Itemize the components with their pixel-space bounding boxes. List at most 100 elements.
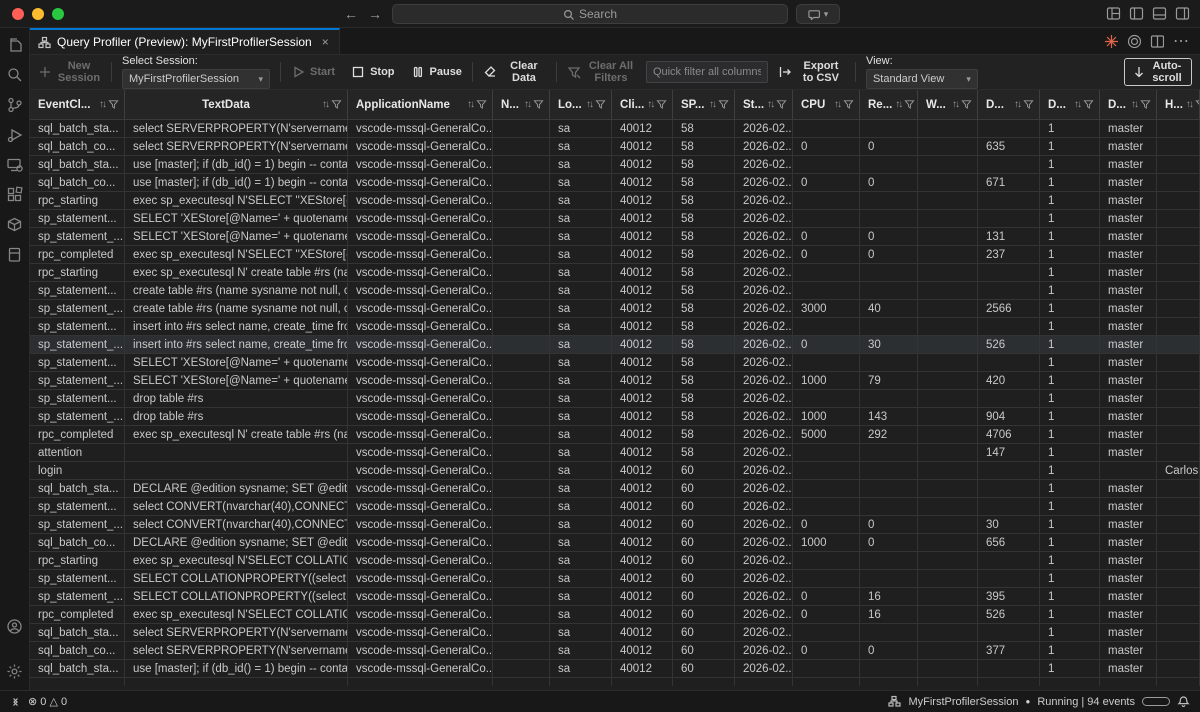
- stop-button[interactable]: Stop: [351, 65, 395, 79]
- column-header-database_name[interactable]: D... ↑↓: [1100, 90, 1157, 119]
- sort-icon[interactable]: ↑↓: [952, 99, 960, 110]
- forward-arrow-icon[interactable]: →: [368, 6, 382, 22]
- column-header-nt_user_name[interactable]: N... ↑↓: [493, 90, 550, 119]
- profiler-status-icon[interactable]: [888, 695, 902, 708]
- column-header-reads[interactable]: Re... ↑↓: [860, 90, 918, 119]
- clear-data-button[interactable]: Clear Data: [483, 60, 546, 84]
- filter-icon[interactable]: [1140, 99, 1151, 110]
- event-row[interactable]: sp_statement_... insert into #rs select n…: [30, 336, 1200, 354]
- event-row[interactable]: sql_batch_sta... DECLARE @edition sysname…: [30, 480, 1200, 498]
- column-header-database_id[interactable]: D... ↑↓: [1040, 90, 1100, 119]
- filter-icon[interactable]: [108, 99, 119, 110]
- maximize-window-button[interactable]: [52, 7, 64, 20]
- copilot-chat-button[interactable]: ▾: [796, 4, 840, 24]
- event-row[interactable]: sp_statement... insert into #rs select na…: [30, 318, 1200, 336]
- database-icon[interactable]: [6, 246, 23, 263]
- copilot-icon[interactable]: [1127, 34, 1141, 48]
- account-icon[interactable]: [6, 618, 23, 635]
- export-csv-button[interactable]: Export to CSV: [778, 60, 845, 84]
- event-row[interactable]: sql_batch_sta... select SERVERPROPERTY(N'…: [30, 120, 1200, 138]
- filter-icon[interactable]: [595, 99, 606, 110]
- quick-filter-input[interactable]: [645, 61, 768, 83]
- command-search-box[interactable]: Search: [392, 4, 788, 24]
- close-window-button[interactable]: [12, 7, 24, 20]
- event-row[interactable]: login vscode-mssql-GeneralCo... sa 40012 60 2…: [30, 462, 1200, 480]
- event-row[interactable]: sql_batch_co... DECLARE @edition sysname;…: [30, 534, 1200, 552]
- filter-icon[interactable]: [843, 99, 854, 110]
- sort-icon[interactable]: ↑↓: [524, 99, 532, 110]
- filter-icon[interactable]: [718, 99, 729, 110]
- clear-all-filters-button[interactable]: Clear All Filters: [567, 60, 636, 84]
- notifications-bell-icon[interactable]: [1177, 695, 1190, 708]
- sort-icon[interactable]: ↑↓: [99, 99, 107, 110]
- event-row[interactable]: sp_statement_... create table #rs (name s…: [30, 300, 1200, 318]
- close-tab-icon[interactable]: ×: [322, 35, 329, 49]
- sort-icon[interactable]: ↑↓: [1186, 99, 1194, 110]
- event-row[interactable]: sp_statement_... SELECT COLLATIONPROPERTY…: [30, 588, 1200, 606]
- event-row[interactable]: rpc_starting exec sp_executesql N' create…: [30, 264, 1200, 282]
- filter-icon[interactable]: [656, 99, 667, 110]
- filter-icon[interactable]: [1023, 99, 1034, 110]
- event-row[interactable]: sp_statement_... select CONVERT(nvarchar(…: [30, 516, 1200, 534]
- event-row[interactable]: sp_statement... SELECT COLLATIONPROPERTY(…: [30, 570, 1200, 588]
- toggle-primary-sidebar-icon[interactable]: [1129, 6, 1144, 21]
- event-row[interactable]: sp_statement... SELECT 'XEStore[@Name=' +…: [30, 210, 1200, 228]
- sort-icon[interactable]: ↑↓: [647, 99, 655, 110]
- column-header-host_name[interactable]: H... ↑↓: [1157, 90, 1200, 119]
- filter-icon[interactable]: [331, 99, 342, 110]
- filter-icon[interactable]: [961, 99, 972, 110]
- filter-icon[interactable]: [476, 99, 487, 110]
- sort-icon[interactable]: ↑↓: [322, 99, 330, 110]
- event-row[interactable]: attention vscode-mssql-GeneralCo... sa 4001…: [30, 444, 1200, 462]
- starburst-icon[interactable]: [1104, 34, 1118, 48]
- problems-indicator[interactable]: ⊗ 0 △ 0: [28, 695, 67, 708]
- event-row[interactable]: sp_statement_... drop table #rs vscode-mss…: [30, 408, 1200, 426]
- sort-icon[interactable]: ↑↓: [834, 99, 842, 110]
- event-row[interactable]: rpc_completed exec sp_executesql N'SELECT…: [30, 246, 1200, 264]
- filter-icon[interactable]: [1195, 99, 1200, 110]
- column-header-duration[interactable]: D... ↑↓: [978, 90, 1040, 119]
- filter-icon[interactable]: [533, 99, 544, 110]
- column-header-application_name[interactable]: ApplicationName ↑↓: [348, 90, 493, 119]
- column-header-event_class[interactable]: EventCl... ↑↓: [30, 90, 125, 119]
- event-row[interactable]: rpc_starting exec sp_executesql N'SELECT …: [30, 192, 1200, 210]
- event-row[interactable]: sql_batch_co... use [master]; if (db_id()…: [30, 174, 1200, 192]
- event-row[interactable]: sp_statement... select CONVERT(nvarchar(4…: [30, 498, 1200, 516]
- event-row[interactable]: rpc_completed exec sp_executesql N'SELECT…: [30, 606, 1200, 624]
- session-select[interactable]: MyFirstProfilerSession ▾: [122, 69, 270, 89]
- sort-icon[interactable]: ↑↓: [1074, 99, 1082, 110]
- auto-scroll-button[interactable]: Auto-scroll: [1124, 58, 1192, 86]
- sort-icon[interactable]: ↑↓: [586, 99, 594, 110]
- back-arrow-icon[interactable]: ←: [344, 6, 358, 22]
- event-row[interactable]: sql_batch_co... select SERVERPROPERTY(N's…: [30, 138, 1200, 156]
- more-actions-icon[interactable]: ⋯: [1173, 31, 1190, 51]
- settings-gear-icon[interactable]: [6, 663, 23, 680]
- sort-icon[interactable]: ↑↓: [467, 99, 475, 110]
- event-row[interactable]: rpc_completed exec sp_executesql N' creat…: [30, 426, 1200, 444]
- sort-icon[interactable]: ↑↓: [1131, 99, 1139, 110]
- run-debug-icon[interactable]: [6, 126, 23, 143]
- view-select[interactable]: Standard View ▾: [865, 69, 978, 89]
- column-header-login_name[interactable]: Lo... ↑↓: [550, 90, 612, 119]
- sort-icon[interactable]: ↑↓: [767, 99, 775, 110]
- event-row[interactable]: sp_statement... SELECT 'XEStore[@Name=' +…: [30, 354, 1200, 372]
- remote-indicator-icon[interactable]: [8, 695, 21, 708]
- filter-icon[interactable]: [904, 99, 915, 110]
- status-session-name[interactable]: MyFirstProfilerSession: [908, 696, 1018, 708]
- toggle-secondary-sidebar-icon[interactable]: [1175, 6, 1190, 21]
- sort-icon[interactable]: ↑↓: [1014, 99, 1022, 110]
- column-header-cpu[interactable]: CPU ↑↓: [793, 90, 860, 119]
- minimize-window-button[interactable]: [32, 7, 44, 20]
- event-row[interactable]: sql_batch_sta... select SERVERPROPERTY(N'…: [30, 624, 1200, 642]
- column-header-spid[interactable]: SP... ↑↓: [673, 90, 735, 119]
- containers-icon[interactable]: [6, 216, 23, 233]
- event-row[interactable]: sp_statement... create table #rs (name sy…: [30, 282, 1200, 300]
- event-row[interactable]: sql_batch_sta... use [master]; if (db_id(…: [30, 660, 1200, 678]
- split-editor-icon[interactable]: [1150, 34, 1164, 48]
- event-row[interactable]: sql_batch_sta... use [master]; if (db_id(…: [30, 156, 1200, 174]
- filter-icon[interactable]: [776, 99, 787, 110]
- extensions-icon[interactable]: [6, 186, 23, 203]
- event-row[interactable]: rpc_starting exec sp_executesql N'SELECT …: [30, 552, 1200, 570]
- search-sidebar-icon[interactable]: [6, 66, 23, 83]
- sort-icon[interactable]: ↑↓: [895, 99, 903, 110]
